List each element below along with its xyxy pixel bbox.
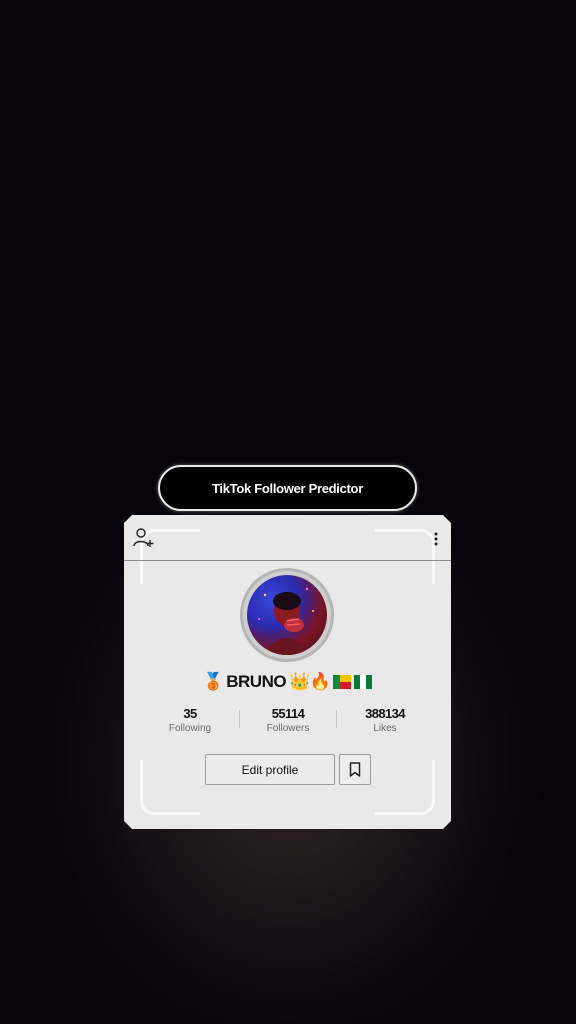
- stat-likes[interactable]: 388134 Likes: [337, 706, 433, 734]
- add-user-icon[interactable]: [133, 527, 155, 549]
- app-title-pill: TikTok Follower Predictor: [158, 465, 417, 511]
- crown-fire-emojis: 👑🔥: [289, 672, 331, 691]
- avatar[interactable]: [240, 568, 334, 662]
- header-divider: [124, 560, 451, 561]
- bookmark-button[interactable]: [339, 754, 371, 785]
- flag-benin: [333, 675, 352, 689]
- stat-following[interactable]: 35 Following: [142, 706, 238, 734]
- avatar-image: [247, 575, 327, 655]
- frame-corner-bottom-right: [375, 760, 435, 815]
- followers-label: Followers: [266, 723, 310, 734]
- following-count: 35: [183, 706, 197, 721]
- profile-name: 🥉 BRUNO 👑🔥: [124, 672, 451, 692]
- medal-emoji: 🥉: [202, 672, 224, 691]
- followers-count: 55114: [271, 706, 305, 721]
- frame-corner-top-right: [375, 529, 435, 584]
- flag-nigeria: [354, 675, 373, 689]
- bookmark-icon: [349, 762, 361, 777]
- app-title: TikTok Follower Predictor: [212, 480, 363, 496]
- username-text: BRUNO: [226, 672, 287, 691]
- profile-card: 🥉 BRUNO 👑🔥 35 Following 55114 Followers …: [124, 515, 451, 829]
- likes-count: 388134: [365, 706, 405, 721]
- frame-corner-bottom-left: [140, 760, 200, 815]
- following-label: Following: [168, 723, 212, 734]
- profile-stats: 35 Following 55114 Followers 388134 Like…: [124, 706, 451, 736]
- likes-label: Likes: [373, 723, 397, 734]
- edit-profile-button[interactable]: Edit profile: [205, 754, 335, 785]
- more-vertical-icon[interactable]: [433, 531, 439, 547]
- stat-followers[interactable]: 55114 Followers: [240, 706, 336, 734]
